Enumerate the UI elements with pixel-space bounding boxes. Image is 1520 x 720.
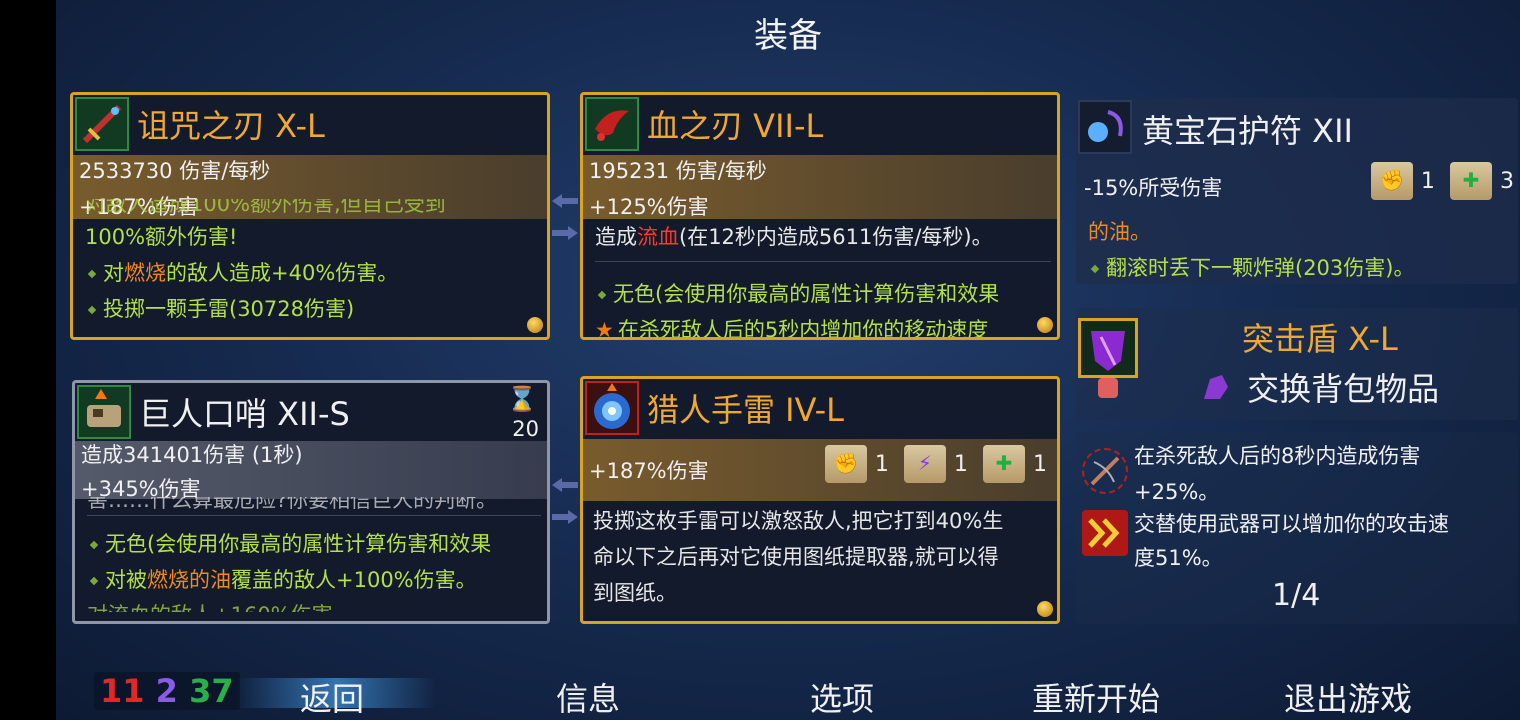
survival-count: 37 <box>189 672 234 710</box>
arrow-left-icon <box>552 194 578 208</box>
amulet-name: 黄宝石护符 XII <box>1142 112 1353 150</box>
giant-whistle-icon <box>77 385 131 439</box>
back-button[interactable]: 返回 <box>300 674 364 720</box>
curse-blade-name: 诅咒之刃 X-L <box>137 107 325 145</box>
inventory-screen: 装备 诅咒之刃 X-L 2533730 伤害/每秒 +187%伤害 对敌人造成1… <box>56 0 1520 720</box>
swap-icon <box>1200 371 1232 403</box>
blood-blade-bonus: +125%伤害 <box>589 195 709 219</box>
giant-whistle-line1: 无色(会使用你最高的属性计算伤害和效果 <box>87 526 541 562</box>
mutations-panel: 在杀死敌人后的8秒内造成伤害 +25%。 交替使用武器可以增加你的攻击速 度51… <box>1076 432 1518 624</box>
giant-whistle-dmg: 造成341401伤害 (1秒) <box>81 443 303 467</box>
survival-scroll-icon: ✚ <box>1450 162 1492 200</box>
crossbow-icon <box>1082 448 1128 494</box>
tactics-count: 2 <box>155 672 178 710</box>
hunter-grenade-line1: 投掷这枚手雷可以激怒敌人,把它打到40%生 <box>593 509 1004 533</box>
blood-blade-name: 血之刃 VII-L <box>647 107 824 145</box>
info-button[interactable]: 信息 <box>556 674 620 720</box>
restart-button[interactable]: 重新开始 <box>1032 674 1160 720</box>
hunter-grenade-icon <box>585 381 639 435</box>
shield-icon <box>1078 318 1138 378</box>
card-hunter-grenade[interactable]: 猎人手雷 IV-L +187%伤害 ✊ 1 ⚡ 1 ✚ 1 投掷这枚手雷可以激怒敌人,… <box>580 376 1060 624</box>
curse-blade-partial: 对敌人造成100%额外伤害,但自己受到 <box>85 199 446 216</box>
options-button[interactable]: 选项 <box>810 674 874 720</box>
brutality-count: 11 <box>100 672 145 710</box>
giant-whistle-line3: 对流血的敌人+160%伤害 <box>87 598 541 612</box>
shield-panel[interactable]: 突击盾 X-L 交换背包物品 <box>1076 308 1518 420</box>
blood-blade-line3: ★ 在杀死敌人后的5秒内增加你的移动速度 <box>595 318 989 340</box>
blood-blade-line1: 造成流血(在12秒内造成5611伤害/每秒)。 <box>595 225 993 249</box>
brutality-scroll-icon: ✊ <box>1370 162 1413 200</box>
arrow-right-icon <box>552 226 578 240</box>
blood-blade-line2: 无色(会使用你最高的属性计算伤害和效果 <box>595 276 1051 312</box>
gold-corner-icon <box>1037 601 1053 617</box>
curse-blade-desc: 对敌人造成100%额外伤害,但自己受到 100%额外伤害! 对燃烧的敌人造成+4… <box>85 199 541 327</box>
survival-scroll-icon: ✚ <box>983 445 1025 483</box>
chevrons-icon <box>1082 510 1128 556</box>
curse-blade-dps: 2533730 伤害/每秒 <box>79 159 271 183</box>
giant-whistle-line2: 对被燃烧的油覆盖的敌人+100%伤害。 <box>87 562 541 598</box>
hunter-grenade-name: 猎人手雷 IV-L <box>647 391 845 429</box>
blood-blade-dps: 195231 伤害/每秒 <box>589 159 767 183</box>
arrow-right-icon <box>552 510 578 524</box>
amulet-stat: -15%所受伤害 <box>1084 176 1223 200</box>
giant-whistle-desc: 害……什么算最危险?你要相信巨人的判断。 无色(会使用你最高的属性计算伤害和效果… <box>87 497 541 612</box>
quit-button[interactable]: 退出游戏 <box>1284 674 1412 720</box>
tactics-scroll-icon: ⚡ <box>903 445 946 483</box>
brutality-scroll-icon: ✊ <box>824 445 867 483</box>
arrow-left-icon <box>552 478 578 492</box>
giant-whistle-name: 巨人口哨 XII-S <box>139 395 350 433</box>
star-icon: ★ <box>595 318 614 340</box>
stat-counters: 11 2 37 <box>94 672 240 710</box>
hunter-grenade-bonus: +187%伤害 <box>589 459 709 483</box>
amulet-icon <box>1078 100 1132 154</box>
giant-whistle-partial: 害……什么算最危险?你要相信巨人的判断。 <box>87 497 498 511</box>
giant-whistle-timer: 20 <box>512 417 539 441</box>
gold-corner-icon <box>527 317 543 333</box>
blood-blade-icon <box>585 97 639 151</box>
hunter-grenade-line2: 命以下之后再对它使用图纸提取器,就可以得 <box>593 545 999 569</box>
hourglass-icon: ⌛ <box>507 385 537 413</box>
hunter-grenade-scrolls: ✊ 1 ⚡ 1 ✚ 1 <box>824 445 1057 483</box>
curse-blade-icon <box>75 97 129 151</box>
amulet-text1: 的油。 <box>1088 220 1151 244</box>
amulet-text2: 翻滚时丢下一颗炸弹(203伤害)。 <box>1088 252 1414 282</box>
card-blood-blade[interactable]: 血之刃 VII-L 195231 伤害/每秒 +125%伤害 造成流血(在12秒… <box>580 92 1060 340</box>
curse-blade-line2: 对燃烧的敌人造成+40%伤害。 <box>85 255 541 291</box>
card-curse-blade[interactable]: 诅咒之刃 X-L 2533730 伤害/每秒 +187%伤害 对敌人造成100%… <box>70 92 550 340</box>
hunter-grenade-line3: 到图纸。 <box>593 581 677 605</box>
hunter-grenade-desc: 投掷这枚手雷可以激怒敌人,把它打到40%生 命以下之后再对它使用图纸提取器,就可… <box>593 503 1051 611</box>
curse-blade-line1: 100%额外伤害! <box>85 225 238 249</box>
page-title: 装备 <box>754 16 822 56</box>
page-indicator: 1/4 <box>1272 578 1321 613</box>
amulet-scrolls: ✊ 1 ✚ 3 <box>1370 162 1518 200</box>
swap-backpack-button[interactable]: 交换背包物品 <box>1200 364 1439 410</box>
amulet-panel[interactable]: 黄宝石护符 XII -15%所受伤害 ✊ 1 ✚ 3 的油。 翻滚时丢下一颗炸弹(2… <box>1076 98 1518 284</box>
skull-icon <box>1098 378 1118 398</box>
card-giant-whistle[interactable]: 巨人口哨 XII-S ⌛ 20 造成341401伤害 (1秒) +345%伤害 … <box>72 380 550 624</box>
curse-blade-line3: 投掷一颗手雷(30728伤害) <box>85 291 541 327</box>
blood-blade-desc: 造成流血(在12秒内造成5611伤害/每秒)。 无色(会使用你最高的属性计算伤害… <box>595 219 1051 340</box>
shield-name: 突击盾 X-L <box>1242 320 1398 358</box>
gold-corner-icon <box>1037 317 1053 333</box>
